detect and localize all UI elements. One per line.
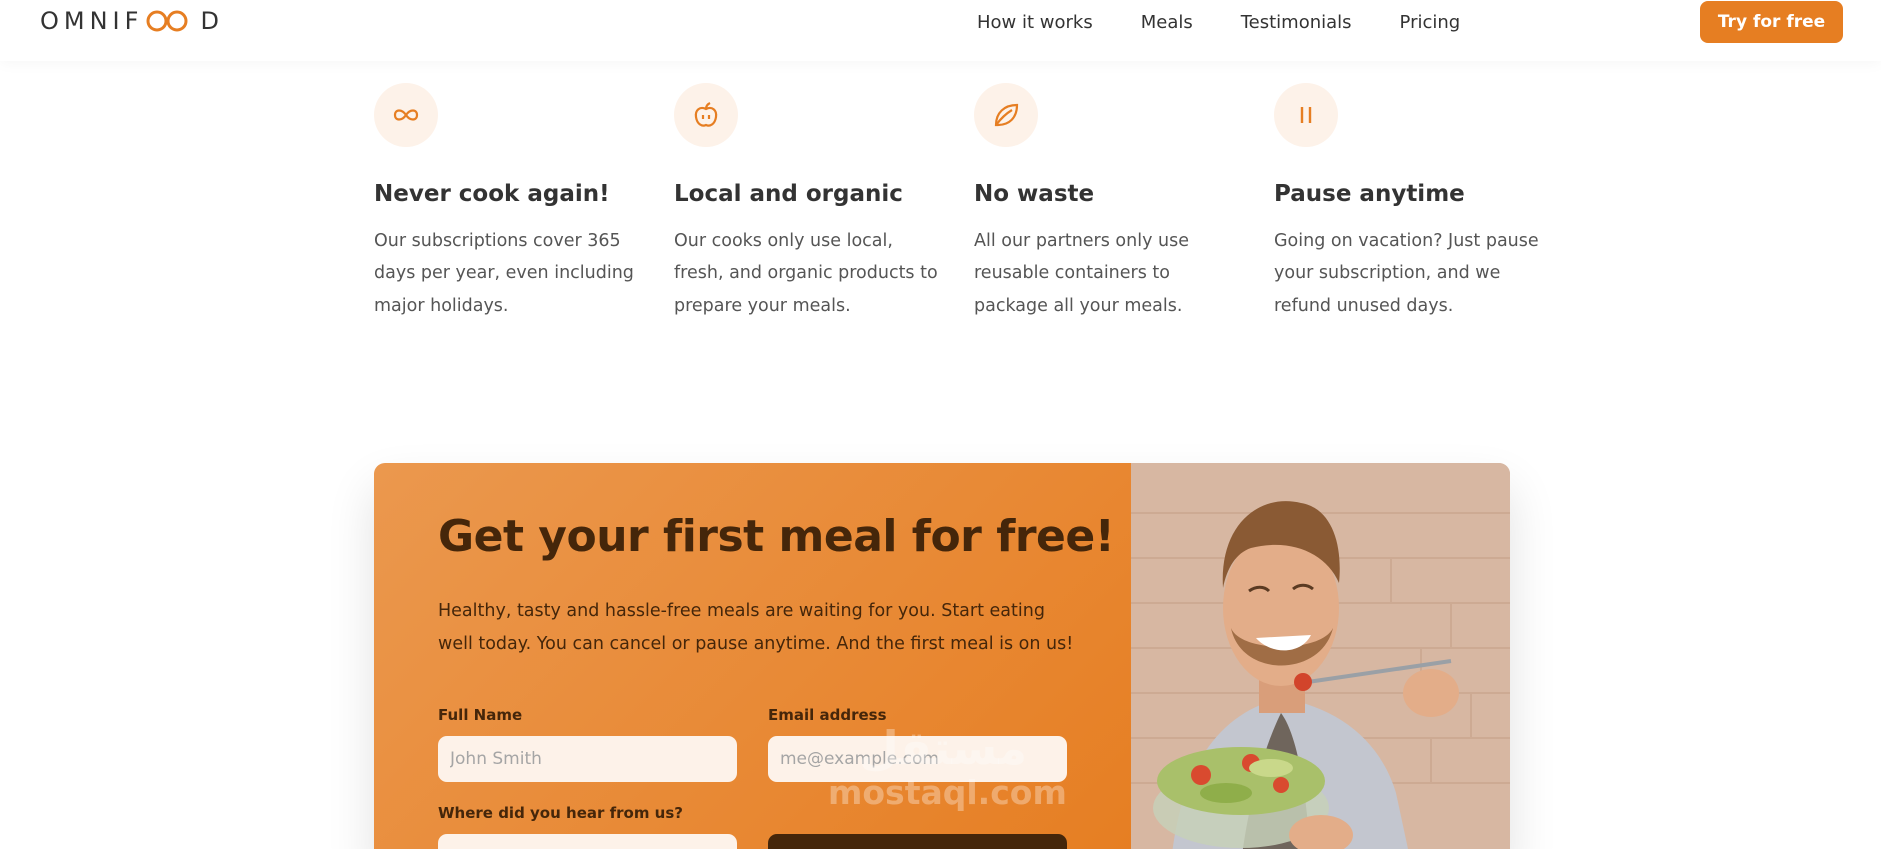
feature-text: All our partners only use reusable conta…: [974, 230, 1189, 316]
feature-title: Pause anytime: [1274, 181, 1465, 207]
feature-local-organic: Local and organic Our cooks only use loc…: [674, 83, 944, 322]
feature-text: Going on vacation? Just pause your subsc…: [1274, 230, 1539, 316]
source-select[interactable]: [438, 834, 737, 849]
logo-infinity-icon: [143, 10, 195, 32]
feature-text: Our subscriptions cover 365 days per yea…: [374, 230, 634, 316]
pause-icon: [1274, 83, 1338, 147]
try-for-free-button[interactable]: Try for free: [1700, 1, 1843, 43]
full-name-input[interactable]: [438, 736, 737, 782]
nav-link-testimonials[interactable]: Testimonials: [1241, 12, 1352, 33]
cta-heading: Get your first meal for free!: [438, 511, 1115, 562]
feature-text: Our cooks only use local, fresh, and org…: [674, 230, 938, 316]
full-name-label: Full Name: [438, 706, 523, 724]
logo-text-right: D: [200, 7, 224, 35]
omnifood-logo[interactable]: OMNIF D: [40, 6, 224, 36]
submit-button[interactable]: [768, 834, 1067, 849]
source-label: Where did you hear from us?: [438, 804, 683, 822]
nav-link-pricing[interactable]: Pricing: [1400, 12, 1461, 33]
site-header: OMNIF D How it works Meals Testimonials …: [0, 0, 1881, 61]
nav-link-meals[interactable]: Meals: [1141, 12, 1193, 33]
apple-icon: [674, 83, 738, 147]
logo-text-left: OMNIF: [40, 7, 144, 35]
nav-link-how-it-works[interactable]: How it works: [977, 12, 1093, 33]
infinity-icon: [374, 83, 438, 147]
feature-never-cook: Never cook again! Our subscriptions cove…: [374, 83, 644, 322]
cta-description: Healthy, tasty and hassle-free meals are…: [438, 601, 1074, 654]
feature-title: No waste: [974, 181, 1095, 207]
eating-man-photo: [1131, 463, 1510, 849]
cta-section: Get your first meal for free! Healthy, t…: [374, 463, 1510, 849]
feature-pause-anytime: Pause anytime Going on vacation? Just pa…: [1274, 83, 1544, 322]
feature-title: Local and organic: [674, 181, 903, 207]
feature-title: Never cook again!: [374, 181, 610, 207]
cta-form-panel: Get your first meal for free! Healthy, t…: [374, 463, 1131, 849]
feature-no-waste: No waste All our partners only use reusa…: [974, 83, 1244, 322]
email-input[interactable]: [768, 736, 1067, 782]
leaf-icon: [974, 83, 1038, 147]
main-nav: How it works Meals Testimonials Pricing: [977, 0, 1460, 44]
email-label: Email address: [768, 706, 887, 724]
